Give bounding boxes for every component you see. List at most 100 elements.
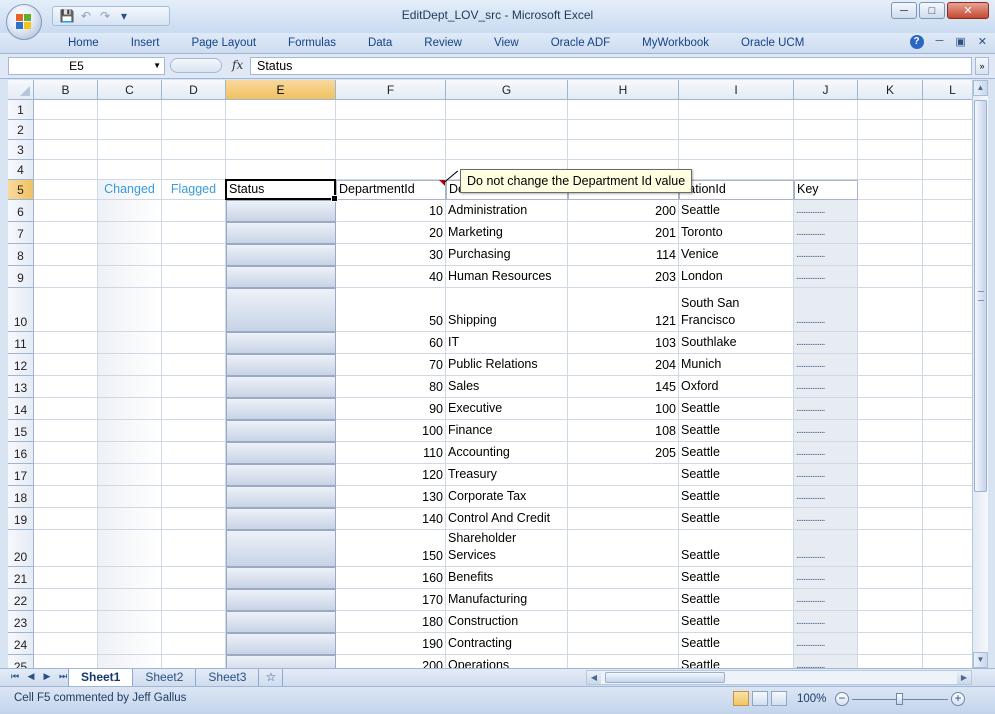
row-header-14[interactable]: 14 bbox=[8, 398, 34, 420]
manager-id-cell[interactable]: 121 bbox=[568, 288, 679, 332]
status-button[interactable] bbox=[226, 486, 336, 508]
cell[interactable] bbox=[923, 420, 972, 442]
location-cell[interactable]: Seattle bbox=[679, 398, 794, 420]
changed-cell[interactable] bbox=[98, 420, 162, 442]
insert-function-icon[interactable]: fx bbox=[232, 58, 243, 72]
row-header-16[interactable]: 16 bbox=[8, 442, 34, 464]
tab-oracle-ucm[interactable]: Oracle UCM bbox=[725, 33, 820, 53]
location-cell[interactable]: Seattle bbox=[679, 508, 794, 530]
cell[interactable] bbox=[923, 288, 972, 332]
flagged-cell[interactable] bbox=[162, 398, 226, 420]
changed-cell[interactable] bbox=[98, 200, 162, 222]
cell[interactable] bbox=[226, 140, 336, 160]
flagged-cell[interactable] bbox=[162, 611, 226, 633]
column-header-f[interactable]: F bbox=[336, 80, 446, 100]
flagged-cell[interactable] bbox=[162, 633, 226, 655]
cell[interactable] bbox=[34, 442, 98, 464]
changed-cell[interactable] bbox=[98, 486, 162, 508]
cell[interactable] bbox=[923, 222, 972, 244]
select-all-button[interactable] bbox=[8, 80, 34, 100]
column-header-g[interactable]: G bbox=[446, 80, 568, 100]
cell[interactable] bbox=[858, 140, 923, 160]
manager-id-cell[interactable]: 114 bbox=[568, 244, 679, 266]
department-id-cell[interactable]: 150 bbox=[336, 530, 446, 567]
department-id-header[interactable]: DepartmentId bbox=[336, 180, 446, 200]
cell[interactable] bbox=[923, 567, 972, 589]
row-header-24[interactable]: 24 bbox=[8, 633, 34, 655]
maximize-button[interactable]: □ bbox=[919, 2, 945, 19]
row-header-8[interactable]: 8 bbox=[8, 244, 34, 266]
department-id-cell[interactable]: 140 bbox=[336, 508, 446, 530]
department-id-cell[interactable]: 70 bbox=[336, 354, 446, 376]
changed-cell[interactable] bbox=[98, 464, 162, 486]
scroll-right-icon[interactable]: ▶ bbox=[957, 671, 971, 684]
sheet-tab-sheet3[interactable]: Sheet3 bbox=[196, 669, 260, 686]
ribbon-restore-icon[interactable]: ▣ bbox=[955, 35, 965, 49]
horizontal-scrollbar[interactable]: ◀ ▶ bbox=[586, 670, 972, 685]
cell[interactable] bbox=[34, 222, 98, 244]
changed-cell[interactable] bbox=[98, 589, 162, 611]
row-header-19[interactable]: 19 bbox=[8, 508, 34, 530]
row-header-22[interactable]: 22 bbox=[8, 589, 34, 611]
prev-sheet-icon[interactable]: ◀ bbox=[24, 671, 38, 682]
column-header-i[interactable]: I bbox=[679, 80, 794, 100]
department-name-cell[interactable]: Contracting bbox=[446, 633, 568, 655]
status-button[interactable] bbox=[226, 611, 336, 633]
tab-data[interactable]: Data bbox=[352, 33, 408, 53]
department-name-cell[interactable]: Benefits bbox=[446, 567, 568, 589]
cell[interactable] bbox=[923, 200, 972, 222]
cell[interactable] bbox=[923, 611, 972, 633]
manager-id-cell[interactable] bbox=[568, 589, 679, 611]
status-button[interactable] bbox=[226, 633, 336, 655]
cell[interactable] bbox=[858, 180, 923, 200]
department-name-cell[interactable]: Human Resources bbox=[446, 266, 568, 288]
row-header-5[interactable]: 5 bbox=[8, 180, 34, 200]
cell[interactable] bbox=[98, 120, 162, 140]
row-header-10[interactable]: 10 bbox=[8, 288, 34, 332]
flagged-cell[interactable] bbox=[162, 354, 226, 376]
cell[interactable] bbox=[923, 508, 972, 530]
cell[interactable] bbox=[446, 120, 568, 140]
minimize-button[interactable]: ─ bbox=[891, 2, 917, 19]
cell[interactable] bbox=[98, 140, 162, 160]
department-id-cell[interactable]: 100 bbox=[336, 420, 446, 442]
cell[interactable] bbox=[679, 120, 794, 140]
cell[interactable] bbox=[568, 100, 679, 120]
cell[interactable] bbox=[34, 354, 98, 376]
cell[interactable] bbox=[162, 100, 226, 120]
flagged-cell[interactable] bbox=[162, 376, 226, 398]
row-header-21[interactable]: 21 bbox=[8, 567, 34, 589]
column-header-h[interactable]: H bbox=[568, 80, 679, 100]
manager-id-cell[interactable] bbox=[568, 611, 679, 633]
status-header[interactable]: Status bbox=[226, 180, 336, 200]
row-header-2[interactable]: 2 bbox=[8, 120, 34, 140]
cell[interactable] bbox=[858, 633, 923, 655]
department-name-cell[interactable]: Finance bbox=[446, 420, 568, 442]
cell[interactable] bbox=[858, 376, 923, 398]
cell[interactable] bbox=[858, 508, 923, 530]
cell[interactable] bbox=[34, 589, 98, 611]
next-sheet-icon[interactable]: ▶ bbox=[40, 671, 54, 682]
manager-id-cell[interactable] bbox=[568, 486, 679, 508]
department-name-cell[interactable]: Sales bbox=[446, 376, 568, 398]
status-button[interactable] bbox=[226, 244, 336, 266]
manager-id-cell[interactable] bbox=[568, 508, 679, 530]
formula-input[interactable]: Status bbox=[250, 57, 972, 75]
department-id-cell[interactable]: 180 bbox=[336, 611, 446, 633]
cell[interactable] bbox=[34, 120, 98, 140]
changed-cell[interactable] bbox=[98, 354, 162, 376]
row-header-25[interactable]: 25 bbox=[8, 655, 34, 668]
department-id-cell[interactable]: 50 bbox=[336, 288, 446, 332]
department-name-cell[interactable]: Corporate Tax bbox=[446, 486, 568, 508]
cell[interactable] bbox=[34, 486, 98, 508]
cell[interactable] bbox=[34, 288, 98, 332]
cell[interactable] bbox=[858, 266, 923, 288]
status-button[interactable] bbox=[226, 266, 336, 288]
status-button[interactable] bbox=[226, 655, 336, 668]
row-header-7[interactable]: 7 bbox=[8, 222, 34, 244]
department-name-cell[interactable]: Shipping bbox=[446, 288, 568, 332]
cell[interactable] bbox=[923, 589, 972, 611]
location-cell[interactable]: Toronto bbox=[679, 222, 794, 244]
cell[interactable] bbox=[858, 420, 923, 442]
cell[interactable] bbox=[794, 100, 858, 120]
